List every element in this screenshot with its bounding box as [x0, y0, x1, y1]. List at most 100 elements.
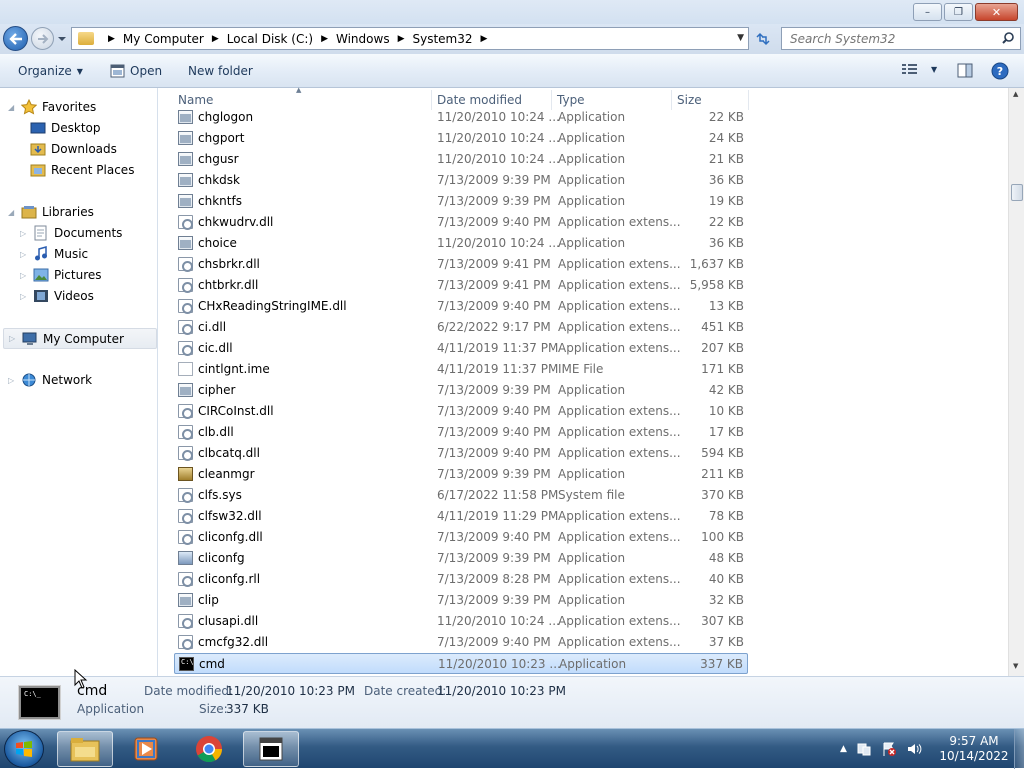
help-button[interactable]: ? — [991, 62, 1009, 80]
expand-icon[interactable]: ▷ — [20, 250, 28, 259]
sidebar-item-favorites[interactable]: ◢ Favorites — [8, 97, 96, 117]
file-row[interactable]: chsbrkr.dll 7/13/2009 9:41 PM Application … — [174, 254, 748, 275]
forward-button[interactable] — [31, 27, 54, 50]
scroll-down-icon[interactable]: ▼ — [1013, 662, 1018, 670]
close-icon: ✕ — [991, 5, 1002, 19]
chevron-right-icon[interactable]: ▶ — [398, 34, 405, 44]
taskbar-clock[interactable]: 9:57 AM 10/14/2022 — [934, 734, 1014, 764]
sidebar-item-music[interactable]: ▷ Music — [20, 244, 88, 264]
refresh-button[interactable] — [752, 28, 774, 49]
file-row[interactable]: cliconfg.rll 7/13/2009 8:28 PM Application… — [174, 569, 748, 590]
file-date-modified: 11/20/2010 10:24 ... — [437, 110, 560, 124]
network-status-icon[interactable] — [856, 741, 872, 757]
file-name: CHxReadingStringIME.dll — [198, 299, 347, 313]
file-row[interactable]: clusapi.dll 11/20/2010 10:24 ... Applicati… — [174, 611, 748, 632]
file-name: clbcatq.dll — [198, 446, 260, 460]
back-button[interactable] — [3, 26, 28, 51]
file-row[interactable]: clfs.sys 6/17/2022 11:58 PM System file 370… — [174, 485, 748, 506]
vertical-scrollbar[interactable]: ▲ ▼ — [1008, 88, 1024, 676]
search-input[interactable] — [790, 31, 990, 46]
show-desktop-button[interactable] — [1014, 729, 1024, 769]
recent-pages-dropdown[interactable] — [57, 34, 67, 44]
open-button[interactable]: Open — [110, 64, 162, 78]
preview-pane-button[interactable] — [957, 63, 973, 78]
file-row[interactable]: chgport 11/20/2010 10:24 ... Application 24… — [174, 128, 748, 149]
file-row[interactable]: chglogon 11/20/2010 10:24 ... Application 2… — [174, 107, 748, 128]
expand-icon[interactable]: ◢ — [8, 103, 16, 112]
expand-icon[interactable]: ▷ — [20, 229, 28, 238]
file-row[interactable]: cleanmgr 7/13/2009 9:39 PM Application 211 … — [174, 464, 748, 485]
sidebar-item-pictures[interactable]: ▷ Pictures — [20, 265, 102, 285]
sidebar-item-my-computer[interactable]: ▷ My Computer — [3, 328, 157, 349]
file-name: chsbrkr.dll — [198, 257, 260, 271]
taskbar-cmd-window[interactable] — [243, 731, 299, 767]
file-row[interactable]: cintlgnt.ime 4/11/2019 11:37 PM IME File 17… — [174, 359, 748, 380]
search-box[interactable] — [781, 27, 1021, 50]
file-row[interactable]: chgusr 11/20/2010 10:24 ... Application 21 … — [174, 149, 748, 170]
sidebar-item-libraries[interactable]: ◢ Libraries — [8, 202, 94, 222]
breadcrumb-system32[interactable]: System32 — [413, 32, 473, 46]
file-row[interactable]: cmd 11/20/2010 10:23 ...Application 337 KB — [174, 653, 748, 674]
expand-icon[interactable]: ◢ — [8, 208, 16, 217]
search-icon[interactable] — [1001, 31, 1015, 45]
new-folder-button[interactable]: New folder — [188, 64, 253, 78]
file-name: clusapi.dll — [198, 614, 259, 628]
organize-button[interactable]: Organize ▼ — [18, 64, 83, 78]
details-created-label: Date created: — [364, 684, 447, 698]
sidebar-item-downloads[interactable]: Downloads — [30, 139, 117, 159]
file-row[interactable]: CIRCoInst.dll 7/13/2009 9:40 PM Applicatio… — [174, 401, 748, 422]
show-hidden-icons[interactable]: ▲ — [840, 744, 847, 754]
chevron-right-icon[interactable]: ▶ — [108, 34, 115, 44]
breadcrumb-local-disk[interactable]: Local Disk (C:) — [227, 32, 313, 46]
file-row[interactable]: cmcfg32.dll 7/13/2009 9:40 PM Application … — [174, 632, 748, 653]
file-row[interactable]: chkntfs 7/13/2009 9:39 PM Application 19 KB — [174, 191, 748, 212]
action-center-flag-icon[interactable] — [881, 741, 897, 757]
sidebar-item-desktop[interactable]: Desktop — [30, 118, 101, 138]
chevron-right-icon[interactable]: ▶ — [321, 34, 328, 44]
sidebar-item-network[interactable]: ▷ Network — [8, 370, 92, 390]
taskbar-explorer[interactable] — [57, 731, 113, 767]
file-row[interactable]: cic.dll 4/11/2019 11:37 PM Application ext… — [174, 338, 748, 359]
file-row[interactable]: chkwudrv.dll 7/13/2009 9:40 PM Application… — [174, 212, 748, 233]
sidebar-item-recent-places[interactable]: Recent Places — [30, 160, 134, 180]
file-row[interactable]: chkdsk 7/13/2009 9:39 PM Application 36 KB — [174, 170, 748, 191]
volume-icon[interactable] — [906, 741, 922, 757]
taskbar-media-player[interactable] — [118, 731, 174, 767]
breadcrumb-windows[interactable]: Windows — [336, 32, 390, 46]
file-type: Application extens... — [558, 446, 681, 460]
expand-icon[interactable]: ▷ — [20, 271, 28, 280]
sidebar-item-documents[interactable]: ▷ Documents — [20, 223, 122, 243]
change-view-button[interactable]: ▼ — [902, 63, 937, 76]
start-button[interactable] — [4, 730, 44, 768]
address-dropdown-icon[interactable]: ▼ — [737, 33, 744, 43]
file-row[interactable]: chtbrkr.dll 7/13/2009 9:41 PM Application … — [174, 275, 748, 296]
close-button[interactable]: ✕ — [975, 3, 1018, 21]
file-date-modified: 7/13/2009 9:40 PM — [437, 299, 551, 313]
address-bar[interactable]: ▶ My Computer ▶ Local Disk (C:) ▶ Window… — [71, 27, 749, 50]
expand-icon[interactable]: ▷ — [20, 292, 28, 301]
file-row[interactable]: CHxReadingStringIME.dll 7/13/2009 9:40 PM… — [174, 296, 748, 317]
scroll-up-icon[interactable]: ▲ — [1013, 90, 1018, 98]
file-row[interactable]: cipher 7/13/2009 9:39 PM Application 42 KB — [174, 380, 748, 401]
chevron-right-icon[interactable]: ▶ — [212, 34, 219, 44]
taskbar-chrome[interactable] — [181, 731, 237, 767]
scrollbar-thumb[interactable] — [1011, 184, 1023, 201]
file-name: CIRCoInst.dll — [198, 404, 274, 418]
minimize-button[interactable]: – — [913, 3, 942, 21]
chevron-right-icon[interactable]: ▶ — [481, 34, 488, 44]
file-row[interactable]: choice 11/20/2010 10:24 ... Application 36 … — [174, 233, 748, 254]
file-type: Application extens... — [558, 320, 681, 334]
file-row[interactable]: clbcatq.dll 7/13/2009 9:40 PM Application … — [174, 443, 748, 464]
file-row[interactable]: cliconfg 7/13/2009 9:39 PM Application 48 K… — [174, 548, 748, 569]
sidebar-item-videos[interactable]: ▷ Videos — [20, 286, 94, 306]
maximize-button[interactable]: ❐ — [944, 3, 973, 21]
file-row[interactable]: clip 7/13/2009 9:39 PM Application 32 KB — [174, 590, 748, 611]
file-row[interactable]: clfsw32.dll 4/11/2019 11:29 PM Application… — [174, 506, 748, 527]
file-row[interactable]: cliconfg.dll 7/13/2009 9:40 PM Application… — [174, 527, 748, 548]
expand-icon[interactable]: ▷ — [8, 376, 16, 385]
breadcrumb-my-computer[interactable]: My Computer — [123, 32, 204, 46]
expand-icon[interactable]: ▷ — [9, 334, 17, 343]
file-row[interactable]: clb.dll 7/13/2009 9:40 PM Application exte… — [174, 422, 748, 443]
file-row[interactable]: ci.dll 6/22/2022 9:17 PM Application exten… — [174, 317, 748, 338]
app-file-icon — [178, 593, 193, 607]
